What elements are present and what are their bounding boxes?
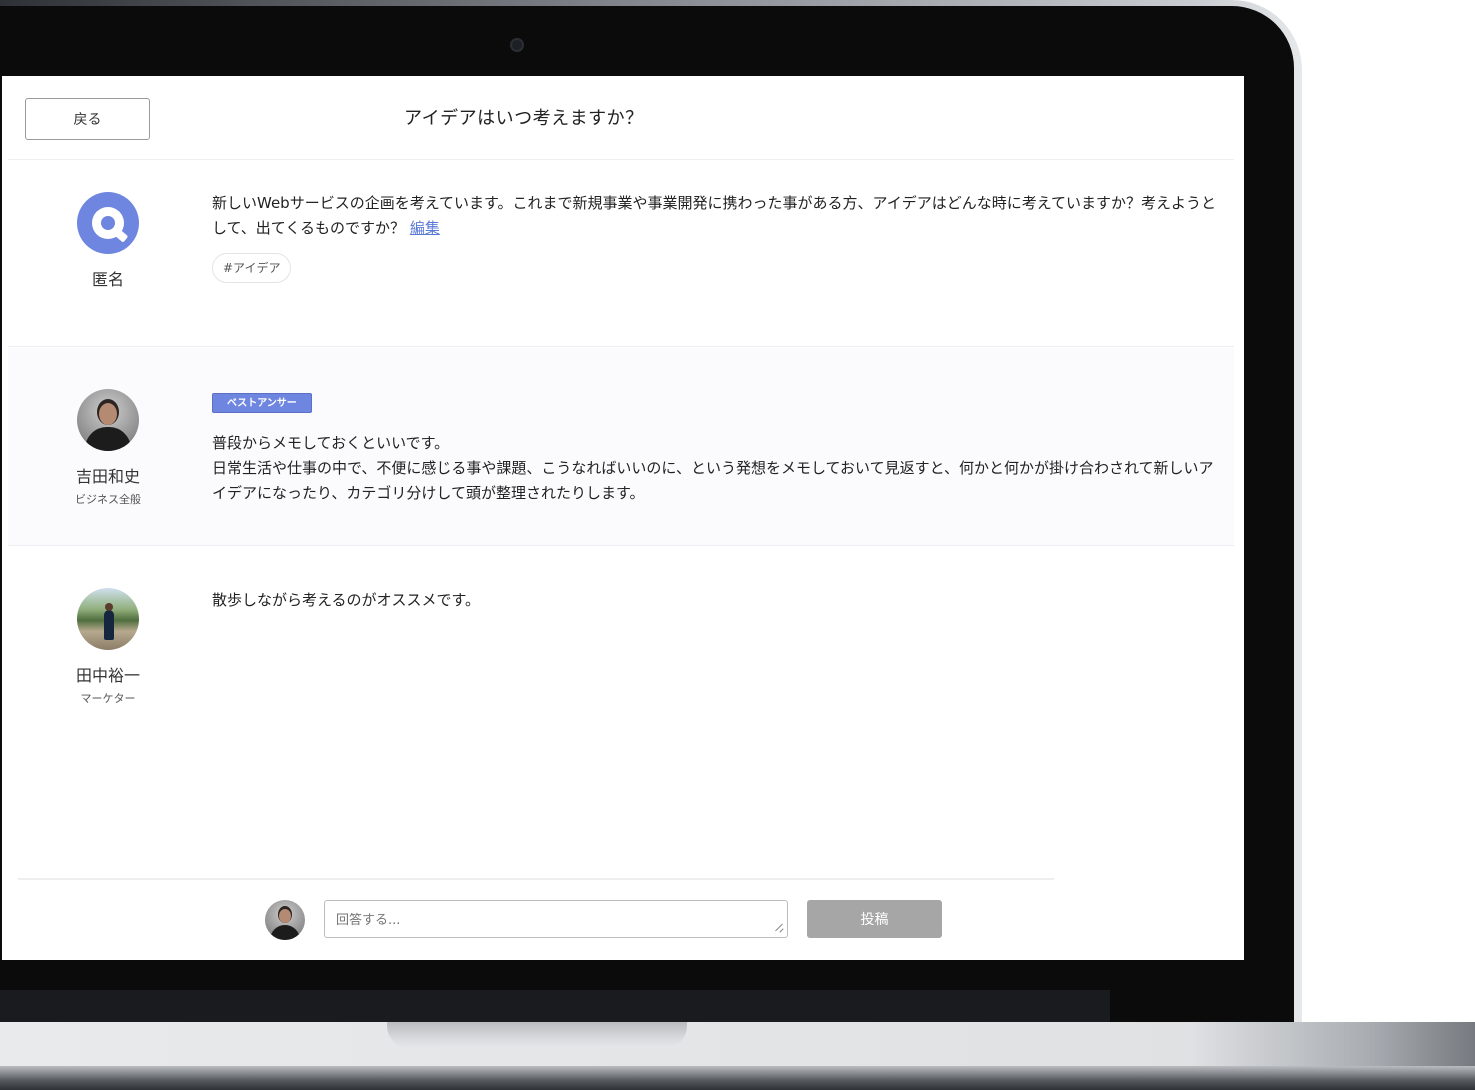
answer-author: 田中裕一 マーケター (48, 588, 168, 706)
question-content: 新しいWebサービスの企画を考えています。これまで新規事業や事業開発に携わった事… (212, 191, 1227, 283)
question-body: 新しいWebサービスの企画を考えています。これまで新規事業や事業開発に携わった事… (212, 191, 1227, 241)
author-name: 匿名 (91, 270, 124, 289)
edit-link[interactable]: 編集 (410, 219, 440, 237)
author-role: ビジネス全般 (75, 493, 141, 506)
app-screen: 戻る アイデアはいつ考えますか？ 匿名 新しいWebサービスの企画を考えています… (2, 76, 1244, 960)
best-answer-badge: ベストアンサー (212, 393, 312, 413)
answer-line: 散歩しながら考えるのがオススメです。 (212, 591, 481, 609)
page-header: 戻る アイデアはいつ考えますか？ (8, 76, 1234, 160)
laptop-notch (387, 1022, 687, 1048)
answer-line: 普段からメモしておくといいです。 (212, 434, 450, 452)
answer-content: 散歩しながら考えるのがオススメです。 (212, 588, 1227, 613)
anonymous-avatar-icon (77, 192, 139, 254)
author-name: 吉田和史 (75, 467, 140, 486)
back-button[interactable]: 戻る (25, 98, 150, 140)
tag-idea[interactable]: #アイデア (212, 253, 292, 283)
laptop-base-edge (0, 1066, 1475, 1090)
question-text: 新しいWebサービスの企画を考えています。これまで新規事業や事業開発に携わった事… (212, 194, 1216, 237)
answer-author: 吉田和史 ビジネス全般 (48, 389, 168, 507)
camera-icon (510, 38, 524, 52)
composer-divider (18, 878, 1054, 880)
author-role: マーケター (80, 692, 136, 705)
answer-best: 吉田和史 ビジネス全般 ベストアンサー 普段からメモしておくといいです。 日常生… (8, 348, 1234, 546)
question-section: 匿名 新しいWebサービスの企画を考えています。これまで新規事業や事業開発に携わ… (8, 161, 1234, 347)
avatar[interactable] (77, 389, 139, 451)
post-button[interactable]: 投稿 (807, 900, 942, 938)
answer-line: 日常生活や仕事の中で、不便に感じる事や課題、こうなればいいのに、という発想をメモ… (212, 459, 1214, 502)
anonymous-logo-icon (92, 207, 124, 239)
author-name: 田中裕一 (75, 666, 140, 685)
answer-content: ベストアンサー 普段からメモしておくといいです。 日常生活や仕事の中で、不便に感… (212, 389, 1227, 506)
avatar[interactable] (77, 588, 139, 650)
page-title: アイデアはいつ考えますか？ (404, 108, 644, 129)
current-user-avatar (265, 900, 305, 940)
answer-item: 田中裕一 マーケター 散歩しながら考えるのがオススメです。 (8, 547, 1234, 767)
laptop-base (0, 1022, 1475, 1072)
answer-input[interactable] (324, 900, 788, 938)
bezel-bottom (0, 990, 1110, 1024)
question-author: 匿名 (48, 192, 168, 290)
